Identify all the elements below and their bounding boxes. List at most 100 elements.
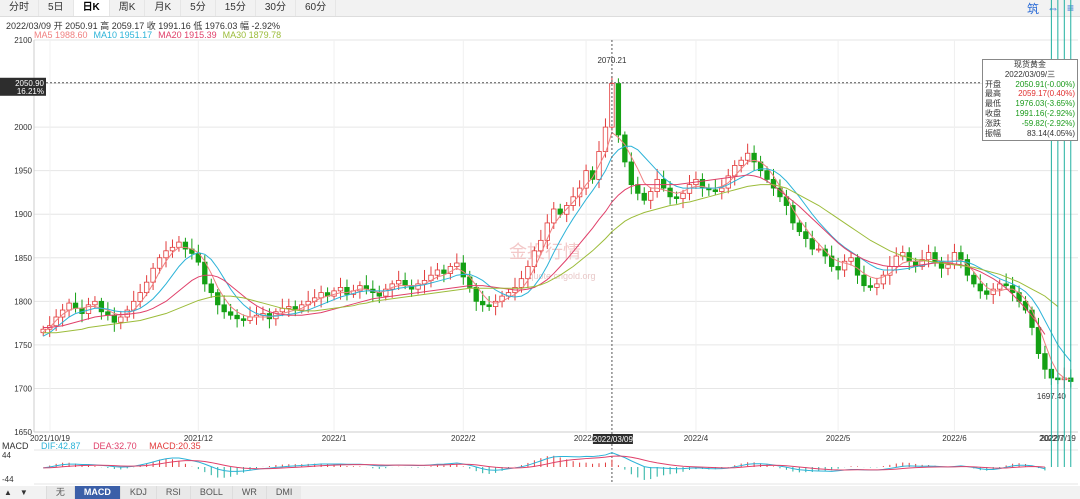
candle-body (208, 283, 214, 294)
candlestick-chart[interactable]: 1650170017501800185019001950200020502100… (0, 0, 1080, 499)
panel-row-4: 涨跌 -59.82(-2.92%) (983, 119, 1077, 129)
macd-value: 20.35 (178, 441, 201, 451)
candle-body (719, 187, 725, 192)
candle-body (337, 286, 344, 292)
high-annotation: 2070.21 (597, 56, 626, 65)
candle-body (557, 208, 563, 215)
candle-body (518, 278, 525, 288)
candle-body (551, 208, 557, 224)
macd-dif: 42.87 (58, 441, 81, 451)
candle-body (227, 311, 234, 316)
panel-row-2: 最低 1976.03(-3.65%) (983, 99, 1077, 109)
x-tick-label: 2022/5 (826, 434, 851, 443)
panel-row-0: 开盘 2050.91(-0.00%) (983, 80, 1077, 90)
candle-body (738, 159, 744, 166)
y-tick-label: 1850 (14, 254, 32, 263)
x-tick-label: 2022/4 (684, 434, 709, 443)
candle-body (66, 302, 72, 311)
candle-body (958, 252, 964, 260)
candle-body (415, 283, 421, 290)
candle-body (615, 83, 622, 136)
crosshair-date: 2022/03/09 (593, 435, 634, 444)
y-tick-label: 1700 (14, 384, 32, 393)
candle-body (803, 231, 809, 240)
candle-body (118, 316, 124, 323)
candle-body (376, 292, 382, 297)
indicator-bar: ▲ ▼ 无 MACD KDJ RSI BOLL WR DMI (0, 486, 1080, 499)
x-tick-label: 2022/6 (942, 434, 967, 443)
candle-body (344, 286, 350, 295)
panel-title: 现货黄金 (1014, 60, 1046, 69)
macd-top-label: 44 (2, 451, 11, 460)
candle-body (783, 196, 790, 206)
panel-row-1: 最高 2059.17(0.40%) (983, 89, 1077, 99)
candle-body (712, 189, 718, 192)
candle-body (169, 246, 176, 252)
candle-body (473, 286, 479, 302)
candle-body (363, 285, 370, 290)
candle-body (861, 274, 867, 287)
candle-body (137, 292, 143, 302)
y-tick-label: 1900 (14, 210, 32, 219)
indicator-tab-无[interactable]: 无 (45, 486, 74, 499)
indicator-tab-boll[interactable]: BOLL (189, 486, 232, 499)
candle-body (234, 314, 240, 320)
indicator-tab-kdj[interactable]: KDJ (119, 486, 156, 499)
candle-body (176, 241, 182, 248)
indicator-tab-rsi[interactable]: RSI (155, 486, 190, 499)
scroll-down-icon[interactable]: ▼ (20, 488, 28, 497)
candle-body (215, 292, 221, 306)
candle-body (977, 283, 983, 292)
panel-row-value: 1976.03(-3.65%) (1015, 99, 1075, 109)
candle-body (486, 304, 492, 307)
candle-body (441, 269, 447, 274)
y-tick-label: 1750 (14, 341, 32, 350)
candle-body (835, 266, 841, 271)
candle-body (402, 280, 408, 287)
macd-dea: 32.70 (114, 441, 137, 451)
macd-dif-line (43, 452, 1046, 472)
candle-body (92, 300, 98, 306)
candle-body (454, 262, 460, 267)
quote-panel: 现货黄金 2022/03/09/三 开盘 2050.91(-0.00%) 最高 205… (982, 59, 1078, 141)
panel-date: 2022/03/09/三 (1004, 69, 1056, 79)
candle-body (221, 304, 227, 313)
scroll-up-icon[interactable]: ▲ (4, 488, 12, 497)
candle-body (796, 222, 803, 233)
candle-body (286, 306, 292, 309)
candle-body (654, 178, 660, 192)
indicator-tab-wr[interactable]: WR (231, 486, 266, 499)
candle-body (951, 252, 958, 266)
candle-body (874, 283, 880, 288)
panel-row-value: 1991.16(-2.92%) (1015, 108, 1075, 118)
candle-body (635, 184, 641, 194)
candle-body (816, 248, 822, 251)
candle-body (163, 250, 169, 259)
candle-body (434, 269, 441, 276)
candle-body (984, 290, 990, 295)
candle-body (628, 161, 634, 186)
candle-body (247, 316, 253, 321)
panel-row-label: 最低 (985, 99, 1001, 109)
candle-body (848, 257, 854, 262)
candle-body (809, 238, 815, 250)
macd-legend: MACD DIF:42.87 DEA:32.70 MACD:20.35 (2, 441, 201, 451)
candle-body (893, 255, 899, 267)
candle-body (105, 311, 111, 316)
crosshair-pct: 16.21% (17, 87, 44, 96)
indicator-tab-dmi[interactable]: DMI (265, 486, 302, 499)
panel-row-label: 涨跌 (985, 118, 1001, 128)
candle-body (1042, 353, 1048, 370)
candle-body (971, 274, 977, 285)
panel-row-label: 收盘 (985, 108, 1001, 118)
panel-row-value: -59.82(-2.92%) (1021, 118, 1075, 128)
candle-body (202, 261, 208, 285)
candle-body (648, 191, 654, 201)
candle-body (680, 192, 686, 199)
panel-row-label: 最高 (985, 89, 1001, 99)
macd-bottom-label: -44 (2, 475, 14, 484)
candle-body (744, 152, 751, 161)
candle-body (396, 280, 402, 285)
candle-body (156, 257, 163, 269)
indicator-tab-macd[interactable]: MACD (73, 486, 120, 499)
